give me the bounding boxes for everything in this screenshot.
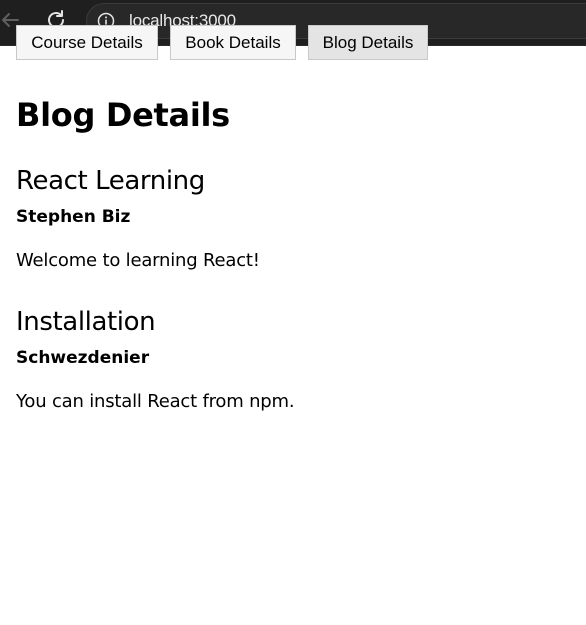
blog-post-author: Stephen Biz [16, 207, 131, 227]
blog-post: Installation Schwezdenier You can instal… [16, 307, 556, 413]
blog-post-content: You can install React from npm. [16, 391, 295, 412]
blog-post-title: Installation [16, 307, 156, 337]
blog-post-title: React Learning [16, 166, 205, 196]
book-details-button[interactable]: Book Details [170, 25, 296, 60]
page-title: Blog Details [16, 96, 230, 134]
course-details-button[interactable]: Course Details [16, 25, 158, 60]
blog-post-author: Schwezdenier [16, 348, 150, 368]
blog-post-content: Welcome to learning React! [16, 250, 260, 271]
blog-details-button[interactable]: Blog Details [308, 25, 428, 60]
blog-post: React Learning Stephen Biz Welcome to le… [16, 166, 556, 272]
